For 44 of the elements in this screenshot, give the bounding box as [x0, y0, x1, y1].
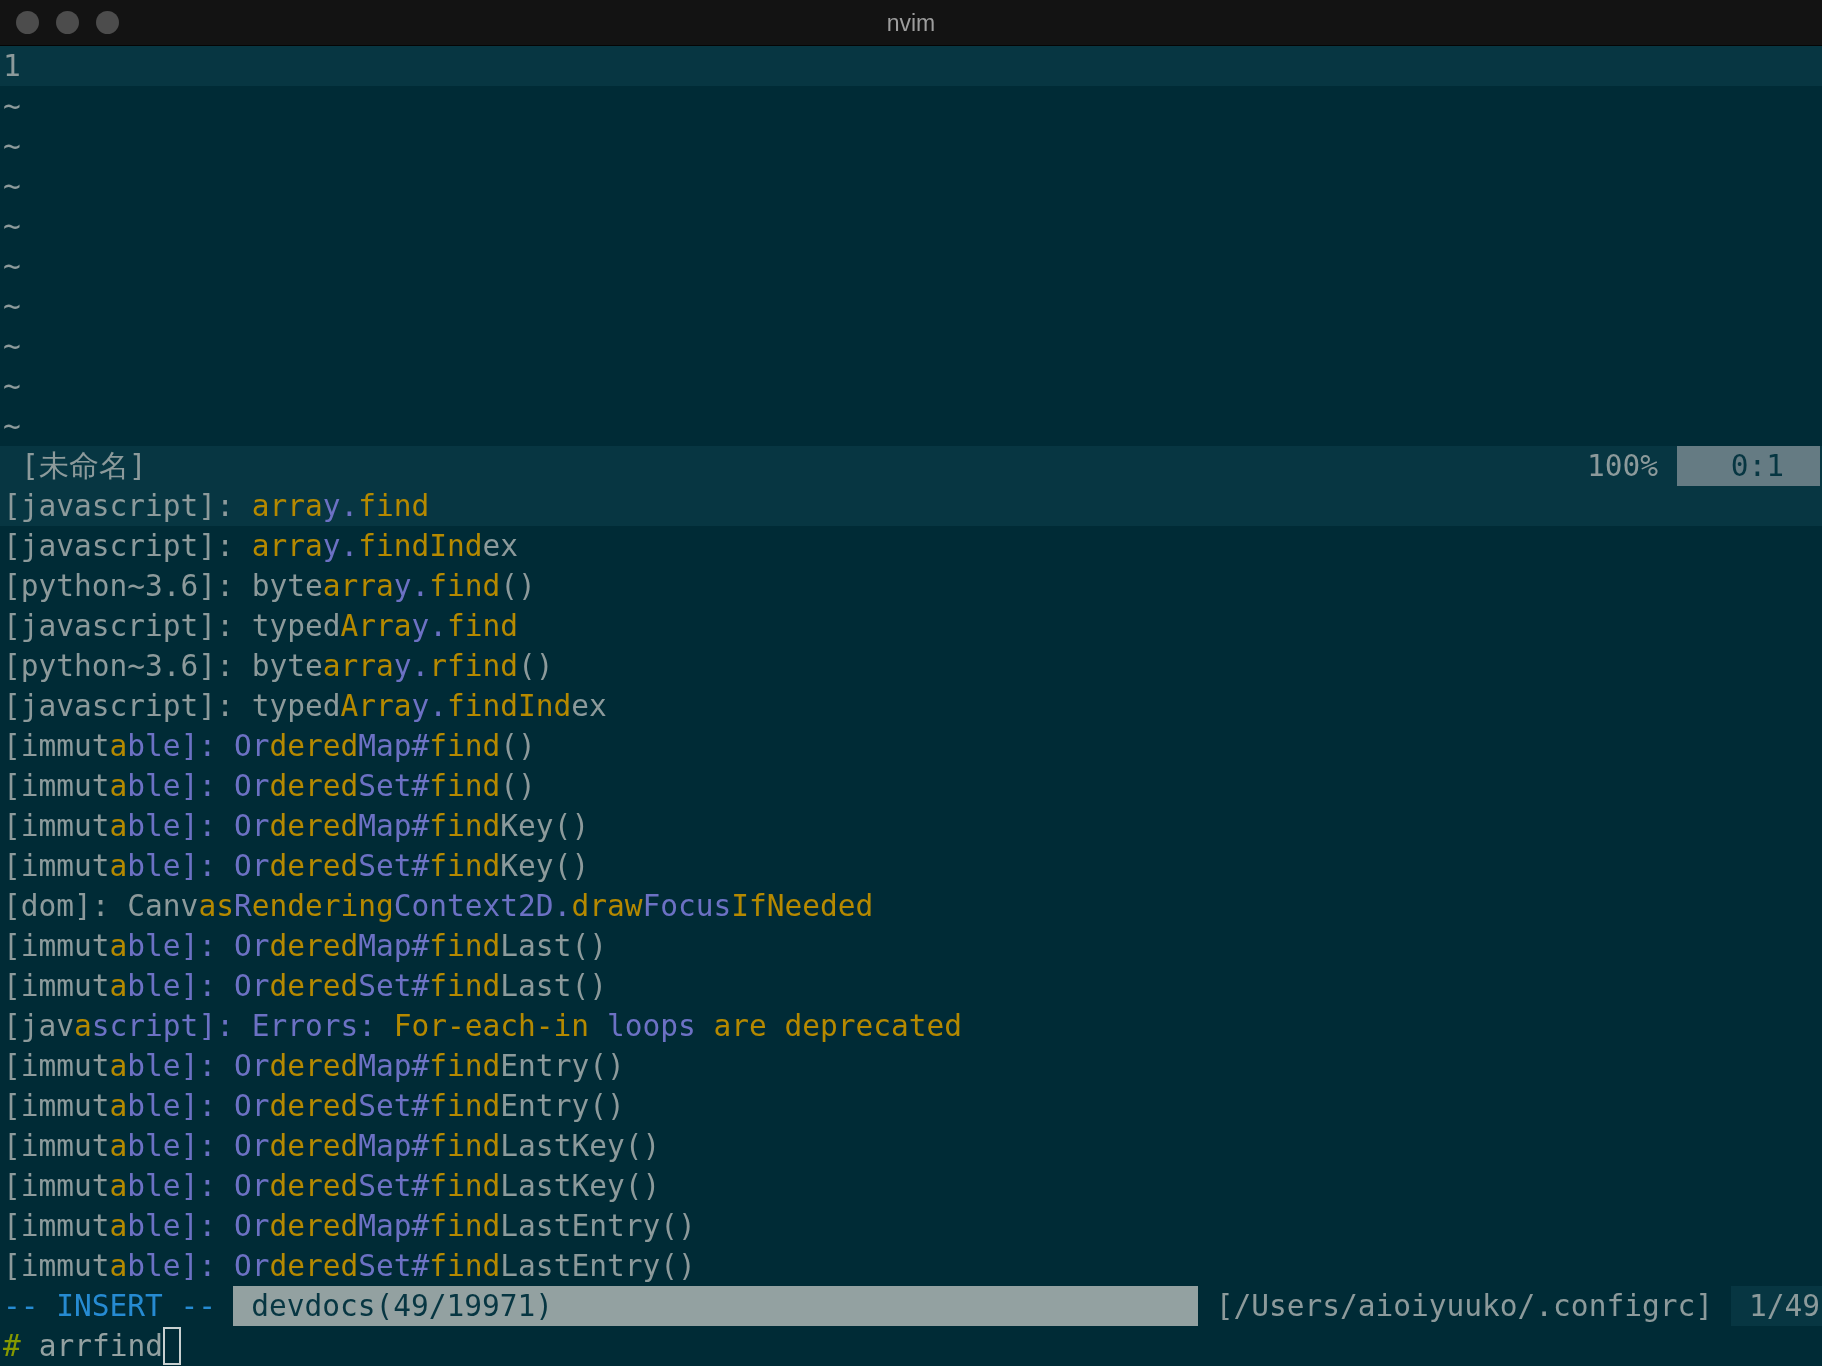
close-button[interactable] — [16, 11, 39, 34]
cursor-position: 0:1 — [1677, 446, 1820, 486]
line-number: 1 — [3, 48, 21, 85]
result-item[interactable]: [javascript]: Errors: For-each-in loops are deprecated — [0, 1006, 1822, 1046]
filler-tilde: ~ — [3, 128, 21, 165]
result-item[interactable]: [javascript]: typedArray.find — [0, 606, 1822, 646]
mode-indicator: -- INSERT -- — [2, 1288, 218, 1325]
filler-tilde: ~ — [3, 168, 21, 205]
source-label: devdocs(49/19971) — [233, 1286, 1198, 1326]
command-input[interactable]: arrfind — [38, 1326, 182, 1366]
result-item[interactable]: [immutable]: OrderedMap#findKey() — [0, 806, 1822, 846]
result-item[interactable]: [immutable]: OrderedSet#find() — [0, 766, 1822, 806]
result-item[interactable]: [immutable]: OrderedMap#findLastEntry() — [0, 1206, 1822, 1246]
result-item[interactable]: [immutable]: OrderedSet#findKey() — [0, 846, 1822, 886]
result-item[interactable]: [immutable]: OrderedSet#findEntry() — [0, 1086, 1822, 1126]
result-item[interactable]: [python~3.6]: bytearray.rfind() — [0, 646, 1822, 686]
filler-tilde: ~ — [3, 208, 21, 245]
result-item[interactable]: [javascript]: typedArray.findIndex — [0, 686, 1822, 726]
window-title: nvim — [886, 8, 936, 38]
result-item[interactable]: [javascript]: array.findIndex — [0, 526, 1822, 566]
result-item[interactable]: [python~3.6]: bytearray.find() — [0, 566, 1822, 606]
filler-tilde: ~ — [3, 328, 21, 365]
result-item[interactable]: [javascript]: array.find — [0, 486, 1822, 526]
result-item[interactable]: [immutable]: OrderedSet#findLast() — [0, 966, 1822, 1006]
result-item[interactable]: [immutable]: OrderedMap#findLast() — [0, 926, 1822, 966]
match-count: 1/49 — [1730, 1286, 1822, 1326]
result-item[interactable]: [dom]: CanvasRenderingContext2D.drawFocusIfNeeded — [0, 886, 1822, 926]
filler-tilde: ~ — [3, 248, 21, 285]
minimize-button[interactable] — [56, 11, 79, 34]
result-item[interactable]: [immutable]: OrderedMap#find() — [0, 726, 1822, 766]
prompt-symbol: # — [2, 1328, 21, 1365]
result-item[interactable]: [immutable]: OrderedMap#findEntry() — [0, 1046, 1822, 1086]
filler-tilde: ~ — [3, 288, 21, 325]
result-item[interactable]: [immutable]: OrderedMap#findLastKey() — [0, 1126, 1822, 1166]
filler-tilde: ~ — [3, 408, 21, 445]
scroll-percent: 100% — [1586, 448, 1658, 485]
result-item[interactable]: [immutable]: OrderedSet#findLastKey() — [0, 1166, 1822, 1206]
cursor-icon — [163, 1327, 182, 1365]
zoom-button[interactable] — [96, 11, 119, 34]
result-item[interactable]: [immutable]: OrderedSet#findLastEntry() — [0, 1246, 1822, 1286]
filler-tilde: ~ — [3, 88, 21, 125]
filler-tilde: ~ — [3, 368, 21, 405]
file-name: [未命名] — [21, 448, 147, 485]
path-label: [/Users/aioiyuuko/.configrc] — [1214, 1288, 1714, 1325]
